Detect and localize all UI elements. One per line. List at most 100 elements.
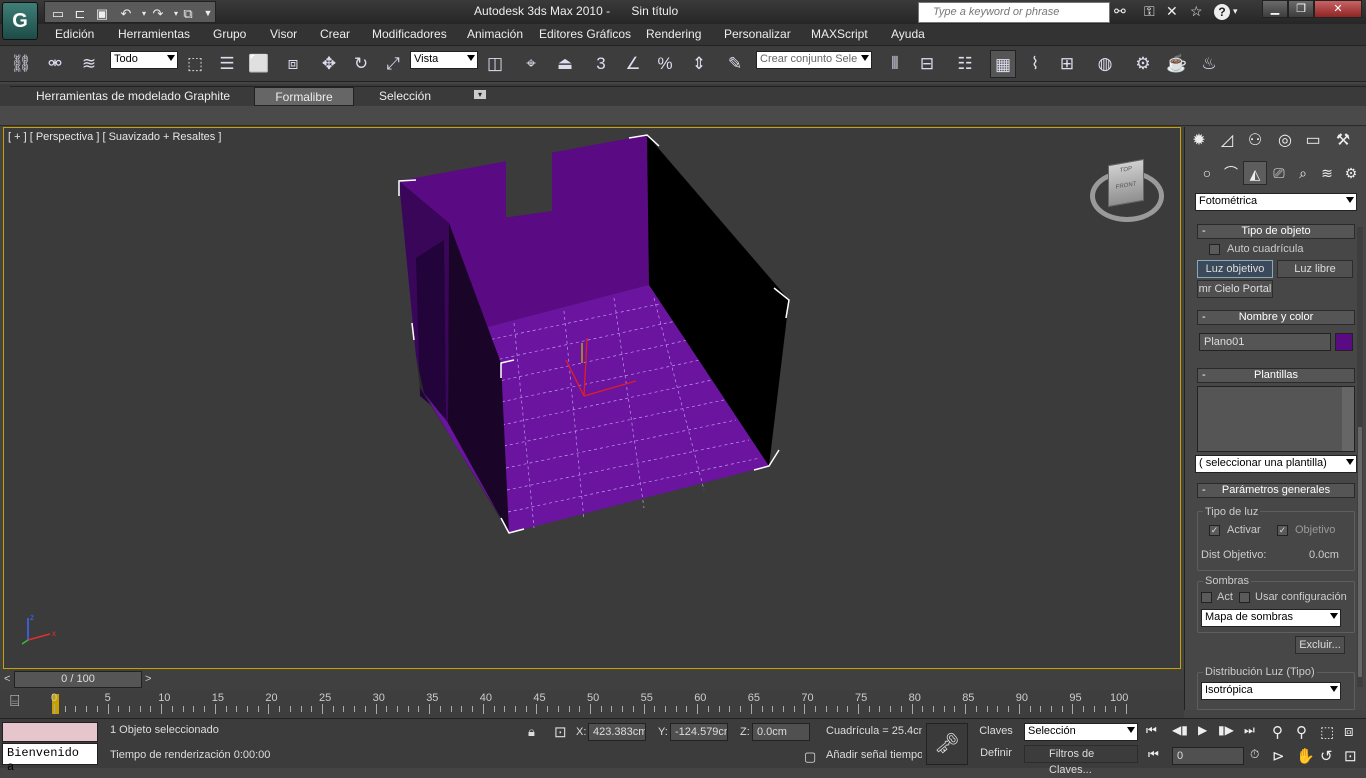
save-icon[interactable]: ▣ [93,5,111,22]
go-to-start-icon[interactable]: ⏮ [1146,723,1157,738]
maxscript-welcome[interactable]: Bienvenido a [2,743,98,774]
space-warps-icon[interactable]: ≋ [1315,161,1339,185]
track-bar[interactable]: ⌸ 0 5 10 15 20 25 30 35 40 45 50 55 60 65 70 75 80 85 90 95… [0,690,1184,718]
command-panel-scrollbar[interactable] [1357,227,1363,687]
systems-icon[interactable]: ⚙ [1339,161,1363,185]
select-by-name-icon[interactable]: ☰ [214,50,240,78]
render-setup-icon[interactable]: ⚙ [1130,50,1156,78]
spinner-snap-icon[interactable]: ⇕ [686,50,712,78]
minimize-button[interactable]: ▁ [1262,0,1288,18]
light-category-dropdown[interactable]: Fotométrica [1195,193,1357,211]
modify-tab-icon[interactable]: ◿ [1215,129,1239,153]
snaps-toggle-icon[interactable]: 3 [588,50,614,78]
prev-frame-icon[interactable]: < [4,673,10,685]
time-slider[interactable]: 0 / 100 [14,671,142,688]
pivot-center-icon[interactable]: ◫ [482,50,508,78]
rollout-name-color-header[interactable]: - Nombre y color [1197,310,1355,325]
render-production-icon[interactable]: ♨ [1196,50,1222,78]
tab-seleccion[interactable]: Selección [379,87,431,106]
select-and-link-icon[interactable]: ⛓ [8,50,34,78]
create-tab-icon[interactable]: ✹ [1187,129,1211,153]
select-and-scale-icon[interactable]: ⤢ [380,50,406,78]
communication-center-icon[interactable]: ✕ [1166,3,1178,20]
tab-formalibre[interactable]: Formalibre [254,87,354,106]
rendered-frame-window-icon[interactable]: ☕ [1164,50,1190,78]
select-object-icon[interactable]: ⬚ [182,50,208,78]
maximize-viewport-icon[interactable]: ⊡ [1344,747,1357,765]
target-light-button[interactable]: Luz objetivo [1197,260,1273,278]
angle-snap-icon[interactable]: ∠ [620,50,646,78]
bind-to-space-warp-icon[interactable]: ≋ [76,50,102,78]
menu-personalizar[interactable]: Personalizar [724,27,791,41]
current-frame-field[interactable]: 0 [1172,747,1244,765]
menu-visor[interactable]: Visor [270,27,297,41]
binoculars-icon[interactable]: ⚯ [1114,3,1126,20]
distribution-dropdown[interactable]: Isotrópica [1201,682,1341,700]
hierarchy-tab-icon[interactable]: ⚇ [1243,129,1267,153]
key-mode-dropdown[interactable]: Selección [1024,723,1138,741]
schematic-view-icon[interactable]: ⊞ [1054,50,1080,78]
menu-rendering[interactable]: Rendering [646,27,701,41]
auto-key-button[interactable]: Claves [972,723,1020,741]
play-icon[interactable]: ▶ [1198,723,1207,737]
zoom-extents-all-icon[interactable]: ⧈ [1344,723,1354,740]
unlink-selection-icon[interactable]: ⚮ [42,50,68,78]
rectangular-selection-icon[interactable]: ⬜ [246,50,272,78]
time-config-icon[interactable]: ⏱ [1250,747,1259,762]
subscription-icon[interactable]: ⚿ [1144,3,1155,20]
rollout-general-params-header[interactable]: - Parámetros generales [1197,483,1355,498]
help-icon[interactable]: ? [1214,4,1230,20]
scrollbar-thumb[interactable] [1358,427,1362,677]
field-of-view-icon[interactable]: ⊳ [1272,747,1285,765]
curve-editor-icon[interactable]: ⌇ [1022,50,1048,78]
zoom-icon[interactable]: ⚲ [1272,723,1283,741]
select-and-rotate-icon[interactable]: ↻ [348,50,374,78]
menu-maxscript[interactable]: MAXScript [811,27,868,41]
time-tag-icon[interactable]: ▢ [804,749,816,765]
align-icon[interactable]: ⊟ [914,50,940,78]
window-crossing-icon[interactable]: ⧈ [280,50,306,78]
geometry-icon[interactable]: ○ [1195,161,1219,185]
free-light-button[interactable]: Luz libre [1277,260,1353,278]
rollout-object-type-header[interactable]: - Tipo de objeto [1197,224,1355,239]
exclude-button[interactable]: Excluir... [1295,636,1345,654]
undo-icon[interactable]: ↶ [117,5,135,22]
select-and-move-icon[interactable]: ✥ [316,50,342,78]
use-global-checkbox[interactable] [1239,592,1250,603]
search-expand-icon[interactable]: ▶ [920,6,927,17]
set-key-button[interactable]: Definir [972,745,1020,763]
display-tab-icon[interactable]: ▭ [1301,129,1325,153]
shadow-type-dropdown[interactable]: Mapa de sombras [1201,609,1341,627]
shadows-on-checkbox[interactable] [1201,592,1212,603]
menu-modificadores[interactable]: Modificadores [372,27,447,41]
templates-list[interactable] [1197,386,1355,452]
templates-scrollbar[interactable] [1342,387,1354,451]
menu-crear[interactable]: Crear [320,27,350,41]
selection-filter-dropdown[interactable]: Todo [110,51,178,69]
previous-frame-icon[interactable]: ◀▮ [1172,723,1188,737]
shapes-icon[interactable]: ⌒ [1219,161,1243,185]
favorites-star-icon[interactable]: ☆ [1190,3,1203,20]
close-button[interactable]: ✕ [1314,0,1362,18]
keyboard-shortcut-override-icon[interactable]: ⏏ [552,50,578,78]
help-dropdown-icon[interactable]: ▾ [1233,6,1238,17]
percent-snap-icon[interactable]: % [652,50,678,78]
viewport-perspective[interactable]: [ + ] [ Perspectiva ] [ Suavizado + Resa… [3,127,1181,669]
absolute-mode-icon[interactable]: ⊡ [554,723,567,741]
select-manipulate-icon[interactable]: ⌖ [518,50,544,78]
pan-view-icon[interactable]: ✋ [1296,747,1315,765]
menu-animacion[interactable]: Animación [467,27,523,41]
z-coordinate-field[interactable]: 0.0cm [752,723,810,741]
tab-graphite-modeling-tools[interactable]: Herramientas de modelado Graphite [36,87,230,106]
zoom-all-icon[interactable]: ⚲ [1296,723,1307,741]
go-to-end-icon[interactable]: ⏭ [1244,723,1255,738]
menu-ayuda[interactable]: Ayuda [891,27,925,41]
menu-editores-graficos[interactable]: Editores Gráficos [539,27,631,41]
y-coordinate-field[interactable]: -124.579cm [670,723,728,741]
cameras-icon[interactable]: ⎚ [1267,161,1291,185]
rollout-templates-header[interactable]: - Plantillas [1197,368,1355,383]
lock-selection-icon[interactable]: 🔒︎ [528,724,535,740]
targeted-checkbox[interactable]: ✓ [1277,525,1288,536]
edit-named-selection-icon[interactable]: ✎ [722,50,748,78]
keyword-search-input[interactable]: Type a keyword or phrase [918,2,1110,23]
